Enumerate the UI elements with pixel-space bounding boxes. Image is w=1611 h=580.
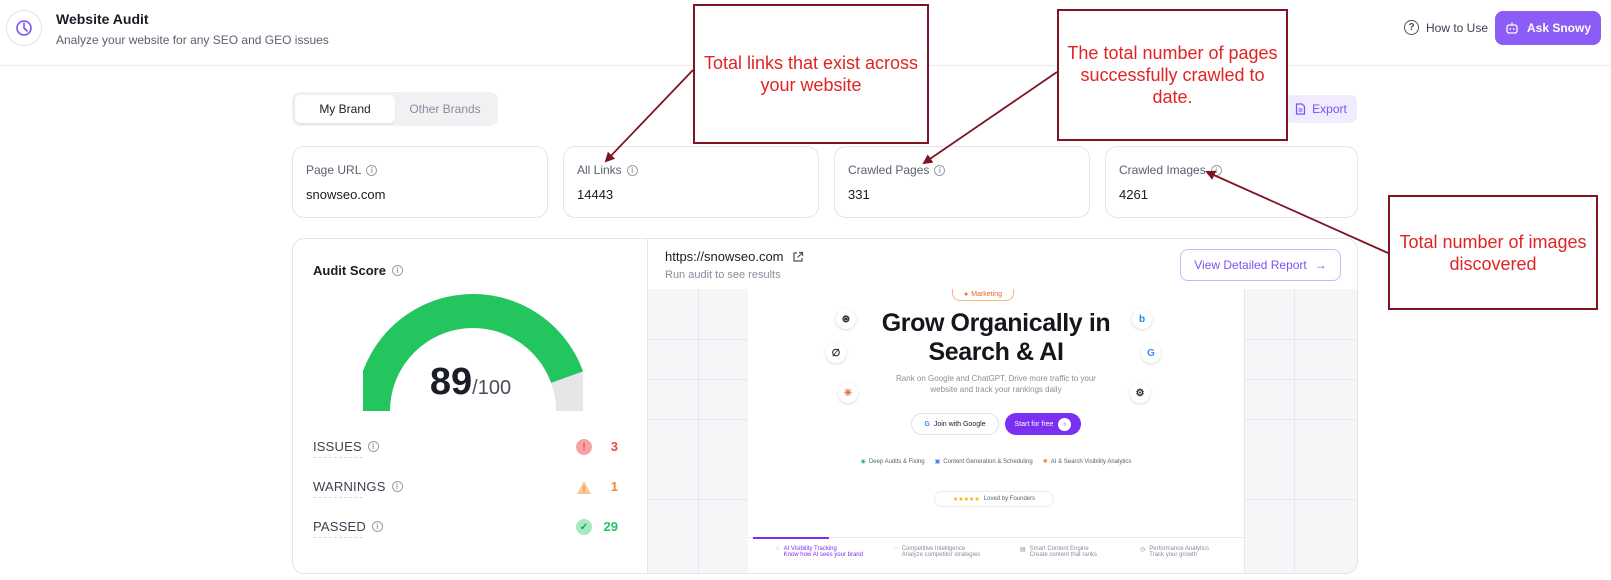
loved-badge: ★★★★★ Loved by Founders	[934, 491, 1054, 507]
site-url: https://snowseo.com	[665, 249, 804, 264]
arrow-icon: ›	[1058, 417, 1072, 431]
warnings-count: 1	[610, 479, 618, 494]
help-icon: ?	[1404, 20, 1419, 35]
google-icon: G	[1141, 343, 1161, 363]
feature-tab[interactable]: ◷ Performance Analytics Track your growth	[1140, 546, 1209, 558]
perplexity-icon: ∅	[826, 343, 846, 363]
google-icon: G	[924, 420, 930, 428]
card-label: Page URL i	[306, 163, 378, 177]
ask-snowy-label: Ask Snowy	[1526, 21, 1592, 35]
info-icon[interactable]: i	[1210, 164, 1222, 176]
card-value: 4261	[1119, 187, 1148, 202]
annotation-links: Total links that exist across your websi…	[693, 4, 929, 144]
tab-my-brand[interactable]: My Brand	[295, 95, 395, 123]
view-detailed-report-button[interactable]: View Detailed Report →	[1180, 249, 1341, 281]
document-icon	[1296, 103, 1306, 115]
feature-item: ✺ AI & Search Visibility Analytics	[1042, 458, 1132, 466]
info-icon[interactable]: i	[626, 164, 638, 176]
info-icon[interactable]: i	[371, 521, 383, 532]
join-google-button[interactable]: G Join with Google	[911, 413, 999, 435]
export-button[interactable]: Export	[1285, 95, 1357, 123]
external-link-icon[interactable]	[792, 251, 804, 263]
issues-count: 3	[610, 439, 618, 454]
info-icon[interactable]: i	[366, 164, 378, 176]
audit-panel: Audit Score i 89/100 ISSUES i ! 3 WARNINGS…	[292, 238, 1358, 574]
openai-icon: ⊛	[836, 309, 856, 329]
ask-snowy-button[interactable]: Ask Snowy	[1495, 11, 1601, 45]
card-label: All Links i	[577, 163, 638, 177]
report-label: View Detailed Report	[1194, 258, 1307, 272]
annotation-images: Total number of images discovered	[1388, 195, 1598, 310]
preview-section: https://snowseo.com Run audit to see res…	[648, 239, 1357, 573]
info-icon[interactable]: i	[367, 441, 379, 452]
info-icon[interactable]: i	[934, 164, 946, 176]
claude-icon: ✳	[838, 383, 858, 403]
page-subtitle: Analyze your website for any SEO and GEO…	[56, 33, 329, 47]
bing-icon: b	[1132, 309, 1152, 329]
audit-score-value: 89/100	[429, 361, 512, 403]
website-screenshot: ● Marketing Grow Organically in Search & A…	[648, 289, 1357, 573]
info-icon[interactable]: i	[391, 481, 403, 492]
site-hero: ● Marketing Grow Organically in Search & A…	[748, 289, 1244, 537]
svg-text:!: !	[583, 484, 586, 494]
passed-label: PASSED i	[313, 519, 383, 534]
tab-other-brands[interactable]: Other Brands	[395, 95, 495, 123]
gemini-icon: ⚙	[1130, 383, 1150, 403]
card-all-links: All Links i 14443	[563, 146, 819, 218]
issues-label: ISSUES i	[313, 439, 379, 454]
feature-tabs: ◌ AI Visibility Tracking Know how AI sees …	[748, 537, 1244, 573]
warnings-row[interactable]: WARNINGS i ! 1	[313, 475, 628, 503]
feature-list: ◉ Deep Audits & Fixing ▣ Content Generatio…	[748, 458, 1244, 466]
card-value: snowseo.com	[306, 187, 386, 202]
annotation-pages: The total number of pages successfully c…	[1057, 9, 1288, 141]
warning-icon: !	[576, 479, 592, 495]
hero-heading: Grow Organically in Search & AI	[881, 309, 1111, 366]
page-title: Website Audit	[56, 11, 149, 27]
feature-item: ▣ Content Generation & Scheduling	[934, 458, 1033, 466]
robot-icon	[1506, 22, 1518, 34]
export-label: Export	[1312, 102, 1347, 116]
marketing-badge: ● Marketing	[952, 289, 1014, 301]
card-value: 331	[848, 187, 870, 202]
info-icon[interactable]: i	[391, 265, 403, 276]
error-icon: !	[576, 439, 592, 455]
issues-row[interactable]: ISSUES i ! 3	[313, 435, 628, 463]
card-crawled-pages: Crawled Pages i 331	[834, 146, 1090, 218]
how-to-use-label: How to Use	[1426, 20, 1489, 35]
audit-score-section: Audit Score i 89/100 ISSUES i ! 3 WARNINGS…	[293, 239, 648, 573]
how-to-use-link[interactable]: ? How to Use	[1404, 20, 1488, 35]
start-free-button[interactable]: Start for free ›	[1005, 413, 1081, 435]
feature-item: ◉ Deep Audits & Fixing	[860, 458, 925, 466]
warnings-label: WARNINGS i	[313, 479, 403, 494]
hero-subtext: Rank on Google and ChatGPT. Drive more t…	[896, 374, 1096, 394]
card-label: Crawled Pages i	[848, 163, 946, 177]
arrow-right-icon: →	[1314, 258, 1327, 272]
card-crawled-images: Crawled Images i 4261	[1105, 146, 1358, 218]
audit-score-title: Audit Score i	[313, 263, 403, 278]
passed-count: 29	[603, 519, 618, 534]
feature-tab[interactable]: ▤ Smart Content Engine Create content that…	[1020, 546, 1097, 558]
run-audit-hint: Run audit to see results	[665, 269, 781, 281]
card-page-url: Page URL i snowseo.com	[292, 146, 548, 218]
feature-tab[interactable]: ◌ Competitive Intelligence Analyze competi…	[894, 546, 980, 558]
feature-tab[interactable]: ◌ AI Visibility Tracking Know how AI sees …	[776, 546, 863, 558]
card-value: 14443	[577, 187, 614, 202]
card-label: Crawled Images i	[1119, 163, 1222, 177]
passed-row[interactable]: PASSED i ✓ 29	[313, 515, 628, 543]
brand-toggle: My Brand Other Brands	[292, 92, 498, 126]
audit-logo-icon	[6, 10, 42, 46]
check-icon: ✓	[576, 519, 592, 535]
